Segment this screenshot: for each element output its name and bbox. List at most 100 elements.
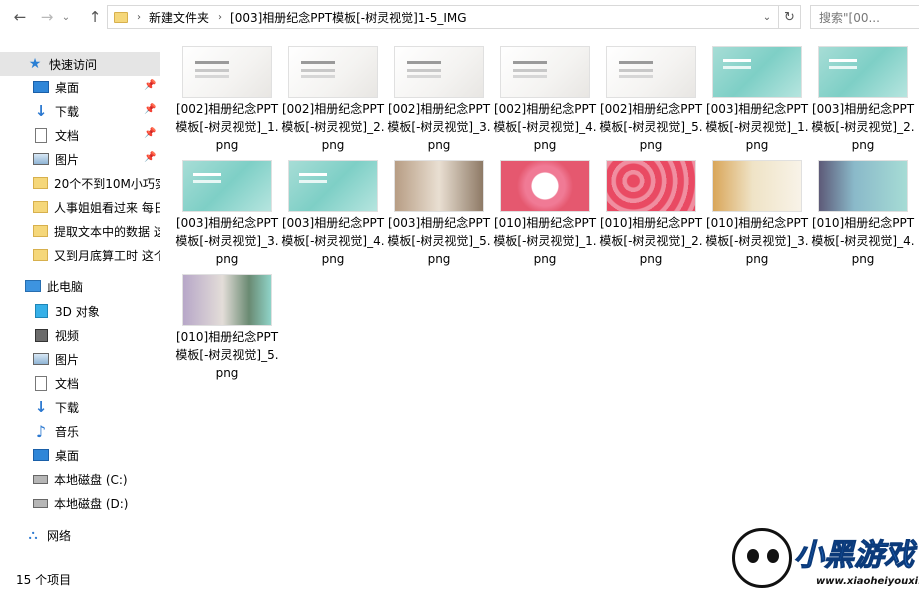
file-thumbnail[interactable] [500, 160, 590, 212]
sidebar-item[interactable]: 桌面 📌 [0, 75, 160, 99]
file-item[interactable]: [002]相册纪念PPT模板[-树灵视觉]_1.png [172, 38, 279, 152]
file-item[interactable]: [010]相册纪念PPT模板[-树灵视觉]_2.png [596, 152, 703, 266]
address-dropdown-icon[interactable]: ⌄ [759, 9, 775, 25]
file-thumbnail[interactable] [182, 274, 272, 326]
breadcrumb-separator-icon[interactable]: › [218, 12, 222, 23]
desktop-icon [33, 81, 49, 93]
sidebar-item[interactable]: 桌面 [0, 443, 160, 467]
file-item[interactable]: [010]相册纪念PPT模板[-树灵视觉]_4.png [808, 152, 915, 266]
file-name[interactable]: [010]相册纪念PPT模板[-树灵视觉]_3.png [702, 214, 812, 268]
sidebar-item[interactable]: ♪ 音乐 [0, 419, 160, 443]
folder-icon [33, 201, 48, 213]
sidebar-item-label: 文档 [55, 376, 80, 391]
file-item[interactable]: [002]相册纪念PPT模板[-树灵视觉]_2.png [278, 38, 385, 152]
address-bar[interactable]: › 新建文件夹 › [003]相册纪念PPT模板[-树灵视觉]1-5_IMG ⌄ [107, 5, 779, 29]
file-name[interactable]: [002]相册纪念PPT模板[-树灵视觉]_3.png [384, 100, 494, 154]
file-name[interactable]: [002]相册纪念PPT模板[-树灵视觉]_5.png [596, 100, 706, 154]
file-item[interactable]: [002]相册纪念PPT模板[-树灵视觉]_3.png [384, 38, 491, 152]
file-item[interactable]: [003]相册纪念PPT模板[-树灵视觉]_4.png [278, 152, 385, 266]
file-name[interactable]: [003]相册纪念PPT模板[-树灵视觉]_1.png [702, 100, 812, 154]
file-item[interactable]: [002]相册纪念PPT模板[-树灵视觉]_5.png [596, 38, 703, 152]
star-icon: ★ [28, 56, 42, 72]
file-item[interactable]: [010]相册纪念PPT模板[-树灵视觉]_1.png [490, 152, 597, 266]
file-name[interactable]: [002]相册纪念PPT模板[-树灵视觉]_4.png [490, 100, 600, 154]
sidebar-item[interactable]: 3D 对象 [0, 299, 160, 323]
file-name[interactable]: [010]相册纪念PPT模板[-树灵视觉]_5.png [172, 328, 282, 382]
sidebar-item[interactable]: 本地磁盘 (C:) [0, 467, 160, 491]
breadcrumb-segment[interactable]: 新建文件夹 [149, 9, 209, 26]
sidebar-item-label: 音乐 [55, 424, 80, 439]
file-item[interactable]: [002]相册纪念PPT模板[-树灵视觉]_4.png [490, 38, 597, 152]
breadcrumb-separator-icon[interactable]: › [137, 12, 141, 23]
file-item[interactable]: [003]相册纪念PPT模板[-树灵视觉]_3.png [172, 152, 279, 266]
file-name[interactable]: [003]相册纪念PPT模板[-树灵视觉]_2.png [808, 100, 918, 154]
refresh-icon[interactable]: ↻ [779, 5, 801, 29]
file-thumbnail[interactable] [500, 46, 590, 98]
file-name[interactable]: [010]相册纪念PPT模板[-树灵视觉]_1.png [490, 214, 600, 268]
sidebar-item-label: 本地磁盘 (D:) [54, 496, 129, 511]
sidebar-item[interactable]: 又到月底算工时 这个 [0, 243, 160, 267]
sidebar-item-quick-access[interactable]: ★ 快速访问 [0, 52, 160, 76]
file-name[interactable]: [003]相册纪念PPT模板[-树灵视觉]_5.png [384, 214, 494, 268]
search-input[interactable]: 搜索"[00... [810, 5, 919, 29]
recent-locations-chevron-icon[interactable]: ⌄ [59, 5, 73, 29]
sidebar-item[interactable]: ↓ 下载 📌 [0, 99, 160, 123]
sidebar-item-this-pc[interactable]: 此电脑 [0, 274, 160, 298]
forward-arrow-icon[interactable]: → [35, 5, 59, 29]
disk-icon [33, 498, 48, 508]
pin-icon[interactable]: 📌 [144, 104, 156, 115]
file-item[interactable]: [003]相册纪念PPT模板[-树灵视觉]_1.png [702, 38, 809, 152]
file-thumbnail[interactable] [288, 46, 378, 98]
sidebar-item[interactable]: 20个不到10M小巧实 [0, 171, 160, 195]
file-name[interactable]: [002]相册纪念PPT模板[-树灵视觉]_2.png [278, 100, 388, 154]
file-thumbnail[interactable] [182, 160, 272, 212]
breadcrumb-segment[interactable]: [003]相册纪念PPT模板[-树灵视觉]1-5_IMG [230, 9, 467, 26]
sidebar-item-label: 桌面 [55, 448, 80, 463]
file-thumbnail[interactable] [712, 46, 802, 98]
file-item[interactable]: [003]相册纪念PPT模板[-树灵视觉]_2.png [808, 38, 915, 152]
file-thumbnail[interactable] [818, 46, 908, 98]
file-thumbnail[interactable] [288, 160, 378, 212]
sidebar-item[interactable]: 图片 [0, 347, 160, 371]
file-thumbnail[interactable] [394, 46, 484, 98]
3d-objects-icon [35, 304, 48, 318]
sidebar-item[interactable]: 本地磁盘 (D:) [0, 491, 160, 515]
folder-icon [33, 177, 48, 189]
sidebar-item[interactable]: 提取文本中的数据 这 [0, 219, 160, 243]
sidebar-item-label: 图片 [55, 352, 80, 367]
sidebar-item-label: 20个不到10M小巧实 [54, 176, 160, 191]
sidebar-item[interactable]: 人事姐姐看过来 每日 [0, 195, 160, 219]
file-name[interactable]: [010]相册纪念PPT模板[-树灵视觉]_4.png [808, 214, 918, 268]
file-thumbnail[interactable] [712, 160, 802, 212]
file-thumbnail[interactable] [606, 46, 696, 98]
sidebar-item[interactable]: 文档 [0, 371, 160, 395]
file-name[interactable]: [003]相册纪念PPT模板[-树灵视觉]_4.png [278, 214, 388, 268]
file-item[interactable]: [010]相册纪念PPT模板[-树灵视觉]_5.png [172, 266, 279, 380]
video-icon [35, 328, 48, 342]
network-icon: ⛬ [28, 527, 38, 543]
file-thumbnail[interactable] [818, 160, 908, 212]
music-icon: ♪ [35, 421, 47, 441]
sidebar-item-label: 下载 [55, 400, 80, 415]
back-arrow-icon[interactable]: ← [8, 5, 32, 29]
disk-icon [33, 474, 48, 484]
pin-icon[interactable]: 📌 [144, 152, 156, 163]
sidebar-item[interactable]: 文档 📌 [0, 123, 160, 147]
file-item[interactable]: [010]相册纪念PPT模板[-树灵视觉]_3.png [702, 152, 809, 266]
sidebar-item-label: 网络 [47, 528, 72, 543]
file-thumbnail[interactable] [182, 46, 272, 98]
pin-icon[interactable]: 📌 [144, 80, 156, 91]
file-name[interactable]: [003]相册纪念PPT模板[-树灵视觉]_3.png [172, 214, 282, 268]
pin-icon[interactable]: 📌 [144, 128, 156, 139]
file-name[interactable]: [010]相册纪念PPT模板[-树灵视觉]_2.png [596, 214, 706, 268]
sidebar-item-network[interactable]: ⛬ 网络 [0, 523, 160, 547]
sidebar-item[interactable]: 视频 [0, 323, 160, 347]
file-thumbnail[interactable] [606, 160, 696, 212]
download-icon: ↓ [34, 102, 48, 120]
up-arrow-icon[interactable]: ↑ [83, 5, 107, 29]
sidebar-item[interactable]: ↓ 下载 [0, 395, 160, 419]
file-item[interactable]: [003]相册纪念PPT模板[-树灵视觉]_5.png [384, 152, 491, 266]
file-thumbnail[interactable] [394, 160, 484, 212]
sidebar-item[interactable]: 图片 📌 [0, 147, 160, 171]
file-name[interactable]: [002]相册纪念PPT模板[-树灵视觉]_1.png [172, 100, 282, 154]
